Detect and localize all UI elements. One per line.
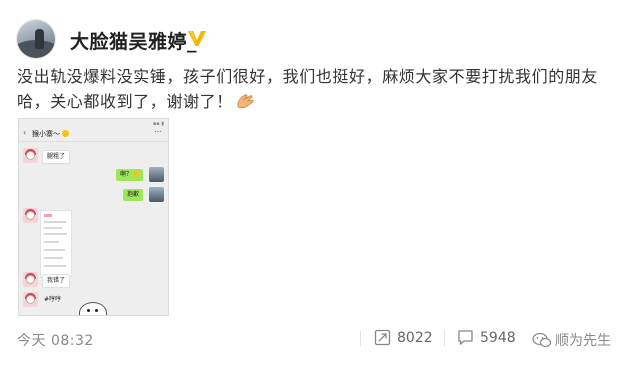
chat-screenshot-image[interactable]: ▪▪ ▮ ‹ 猴小寨～ ⋯ 腿粗了 啊？ 抱歉 我错了 #哼哼 bbox=[18, 118, 169, 316]
more-icon: ⋯ bbox=[154, 127, 162, 136]
chat-header: ‹ 猴小寨～ ⋯ bbox=[19, 127, 168, 142]
shared-screenshot-card bbox=[40, 210, 72, 277]
self-avatar bbox=[149, 167, 164, 182]
watermark-text: 顺为先生 bbox=[555, 333, 611, 349]
chat-title: 猴小寨～ bbox=[32, 129, 69, 139]
post-content: 没出轨没爆料没实锤，孩子们很好，我们也挺好，麻烦大家不要打扰我们的朋友哈，关心都… bbox=[17, 64, 622, 114]
emoji-icon bbox=[133, 171, 140, 177]
action-divider bbox=[444, 331, 445, 346]
contact-avatar bbox=[23, 272, 38, 287]
repost-icon bbox=[374, 329, 391, 346]
repost-count: 8022 bbox=[397, 329, 433, 346]
action-divider bbox=[360, 331, 361, 346]
chat-bubble-in: 我错了 bbox=[42, 274, 71, 288]
avatar-figure bbox=[35, 29, 44, 49]
back-chevron-icon: ‹ bbox=[23, 128, 27, 137]
hands-emoji-icon bbox=[237, 94, 254, 109]
comment-count: 5948 bbox=[480, 329, 516, 346]
repost-button[interactable]: 8022 bbox=[374, 329, 433, 346]
panda-sticker bbox=[79, 302, 107, 315]
chat-bubble-out: 抱歉 bbox=[123, 189, 144, 201]
chat-bubble-out: 啊？ bbox=[116, 169, 144, 181]
username[interactable]: 大脸猫吴雅婷_ bbox=[70, 27, 197, 54]
chat-bubble-in: #哼哼 bbox=[44, 296, 62, 303]
post-text: 没出轨没爆料没实锤，孩子们很好，我们也挺好，麻烦大家不要打扰我们的朋友哈，关心都… bbox=[17, 67, 599, 111]
comment-icon bbox=[458, 330, 473, 345]
contact-avatar bbox=[23, 148, 38, 163]
weibo-post-card: 大脸猫吴雅婷_ 没出轨没爆料没实锤，孩子们很好，我们也挺好，麻烦大家不要打扰我们… bbox=[0, 0, 636, 371]
post-timestamp[interactable]: 今天 08:32 bbox=[17, 330, 94, 350]
comment-button[interactable]: 5948 bbox=[457, 329, 516, 346]
wechat-icon bbox=[532, 332, 552, 348]
smile-emoji-icon bbox=[62, 130, 69, 137]
verified-badge-icon bbox=[188, 30, 206, 46]
watermark: 顺为先生 bbox=[532, 330, 611, 350]
user-avatar[interactable] bbox=[17, 20, 55, 58]
chat-bubble-in: 腿粗了 bbox=[42, 150, 71, 164]
contact-avatar bbox=[23, 292, 38, 307]
contact-avatar bbox=[23, 208, 38, 223]
self-avatar bbox=[149, 187, 164, 202]
